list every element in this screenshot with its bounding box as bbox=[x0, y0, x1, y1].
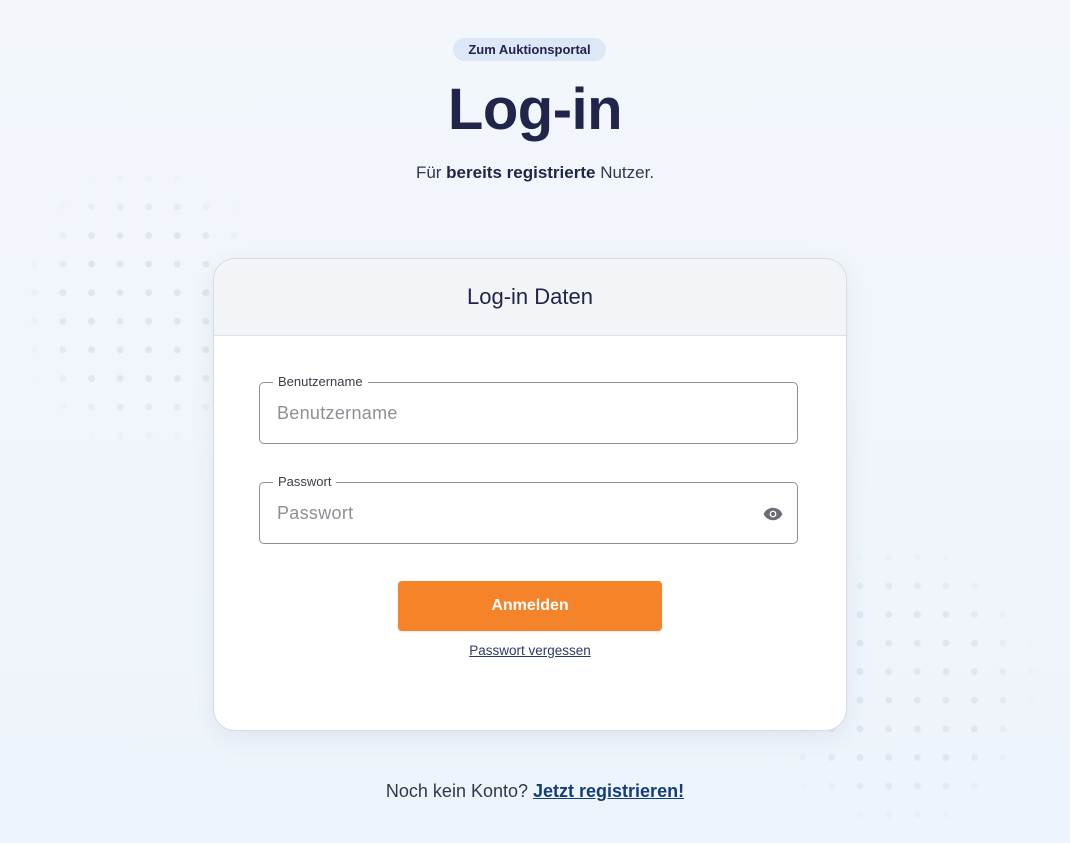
forgot-password-link[interactable]: Passwort vergessen bbox=[214, 643, 846, 658]
username-input[interactable] bbox=[277, 383, 757, 443]
login-card-title: Log-in Daten bbox=[467, 284, 593, 309]
register-link[interactable]: Jetzt registrieren! bbox=[533, 781, 684, 801]
login-card-header: Log-in Daten bbox=[214, 259, 846, 336]
auction-portal-link[interactable]: Zum Auktionsportal bbox=[453, 38, 606, 61]
register-prompt-text: Noch kein Konto? bbox=[385, 781, 528, 801]
eye-icon[interactable] bbox=[761, 502, 785, 526]
login-card: Log-in Daten Benutzername Passwort Anmel… bbox=[213, 258, 847, 731]
subtitle-prefix: Für bbox=[415, 163, 447, 182]
subtitle-emphasis: bereits registrierte bbox=[446, 163, 596, 182]
register-prompt: Noch kein Konto? Jetzt registrieren! bbox=[0, 780, 1070, 802]
password-field: Passwort bbox=[259, 474, 798, 544]
password-input[interactable] bbox=[277, 483, 757, 543]
eye-icon-graphic bbox=[763, 507, 783, 521]
username-field: Benutzername bbox=[259, 374, 798, 444]
subtitle-suffix: Nutzer. bbox=[595, 163, 655, 182]
page-subtitle: Für bereits registrierte Nutzer. bbox=[0, 162, 1070, 184]
login-submit-button[interactable]: Anmelden bbox=[398, 581, 662, 631]
page-title: Log-in bbox=[447, 77, 623, 142]
